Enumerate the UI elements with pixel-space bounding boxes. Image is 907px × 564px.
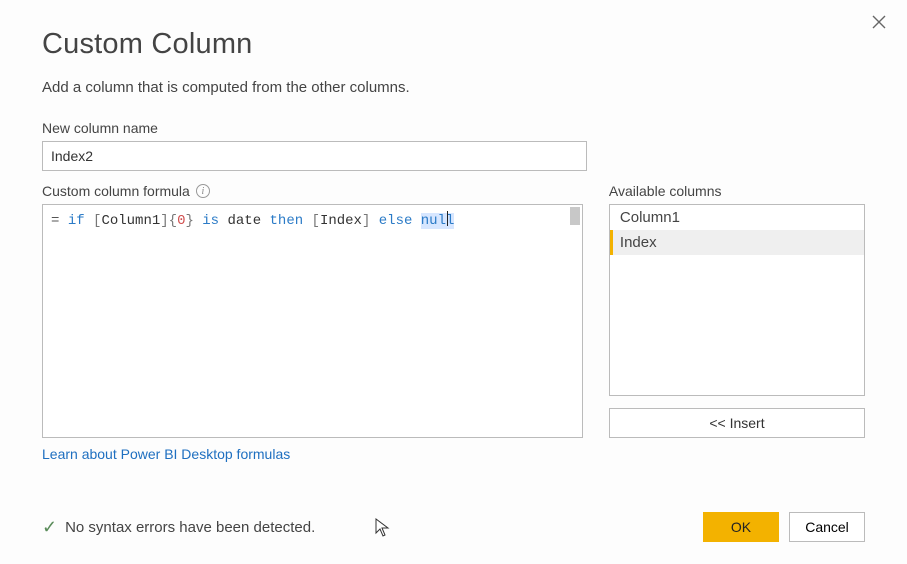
status-message: ✓ No syntax errors have been detected.: [42, 518, 315, 536]
available-columns-label: Available columns: [609, 183, 865, 199]
new-column-input[interactable]: [42, 141, 587, 171]
new-column-label: New column name: [42, 120, 865, 136]
scrollbar-thumb[interactable]: [570, 207, 580, 225]
formula-label: Custom column formula i: [42, 183, 583, 199]
dialog-title: Custom Column: [42, 28, 865, 61]
available-columns-list: Column1 Index: [609, 204, 865, 396]
available-column-item[interactable]: Column1: [610, 205, 864, 230]
cancel-button[interactable]: Cancel: [789, 512, 865, 542]
status-text: No syntax errors have been detected.: [65, 519, 315, 536]
cursor-icon: [375, 518, 391, 538]
learn-more-link[interactable]: Learn about Power BI Desktop formulas: [42, 446, 290, 462]
formula-label-text: Custom column formula: [42, 183, 190, 199]
info-icon[interactable]: i: [196, 184, 210, 198]
insert-button[interactable]: << Insert: [609, 408, 865, 438]
text-caret: [447, 211, 448, 226]
check-icon: ✓: [42, 518, 57, 536]
ok-button[interactable]: OK: [703, 512, 779, 542]
available-column-item[interactable]: Index: [610, 230, 864, 255]
formula-editor[interactable]: = if [Column1]{0} is date then [Index] e…: [42, 204, 583, 438]
dialog-subtitle: Add a column that is computed from the o…: [42, 79, 865, 96]
close-icon[interactable]: [869, 14, 889, 34]
